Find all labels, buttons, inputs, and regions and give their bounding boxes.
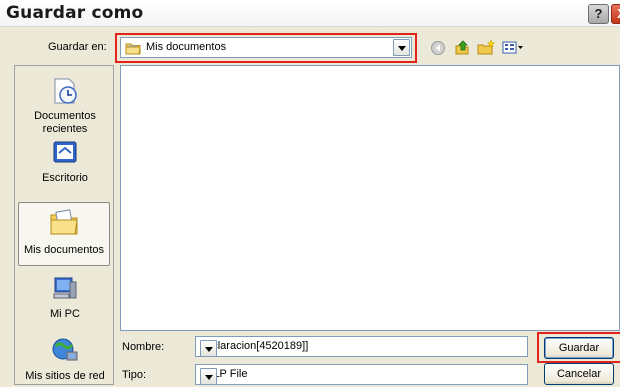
place-label: recientes [42,123,88,135]
recent-documents-icon [50,78,80,109]
file-type-select[interactable]: JNLP File [195,364,528,385]
place-network[interactable]: Mis sitios de red [15,336,115,383]
desktop-icon [50,141,80,171]
file-list[interactable] [120,65,620,331]
place-label: Escritorio [42,172,88,184]
place-label: Mi PC [50,308,80,320]
file-type-label: Tipo: [122,369,147,381]
file-name-field[interactable]: declaracion[4520189]] [195,336,528,357]
place-label: Documentos [34,110,96,122]
places-bar: Documentos recientes Escritorio Mis docu… [14,65,114,385]
folder-icon [125,41,141,58]
save-button[interactable]: Guardar [544,337,614,359]
place-label: Mis sitios de red [25,370,105,382]
my-documents-icon [48,209,80,240]
up-folder-icon[interactable] [454,40,470,59]
my-computer-icon [50,277,80,307]
cancel-button[interactable]: Cancelar [544,363,614,385]
new-folder-icon[interactable] [477,39,496,59]
save-in-label: Guardar en: [48,41,107,53]
chevron-down-icon[interactable] [200,340,217,357]
save-in-dropdown[interactable]: Mis documentos [120,37,412,58]
save-in-value: Mis documentos [146,41,227,53]
chevron-down-icon[interactable] [200,368,217,385]
place-my-computer[interactable]: Mi PC [15,274,115,321]
back-icon[interactable] [430,40,446,59]
place-label: Mis documentos [23,244,105,256]
close-button[interactable]: X [611,4,620,24]
help-button[interactable]: ? [588,4,609,24]
place-recent-documents[interactable]: Documentos recientes [15,76,115,136]
network-places-icon [50,338,80,369]
place-my-documents[interactable]: Mis documentos [18,202,110,266]
file-name-label: Nombre: [122,341,165,353]
place-desktop[interactable]: Escritorio [15,138,115,185]
title-bar: Guardar como ? X [0,0,620,27]
dialog-title: Guardar como [6,3,144,23]
views-menu-icon[interactable] [502,40,524,59]
chevron-down-icon[interactable] [393,39,410,56]
